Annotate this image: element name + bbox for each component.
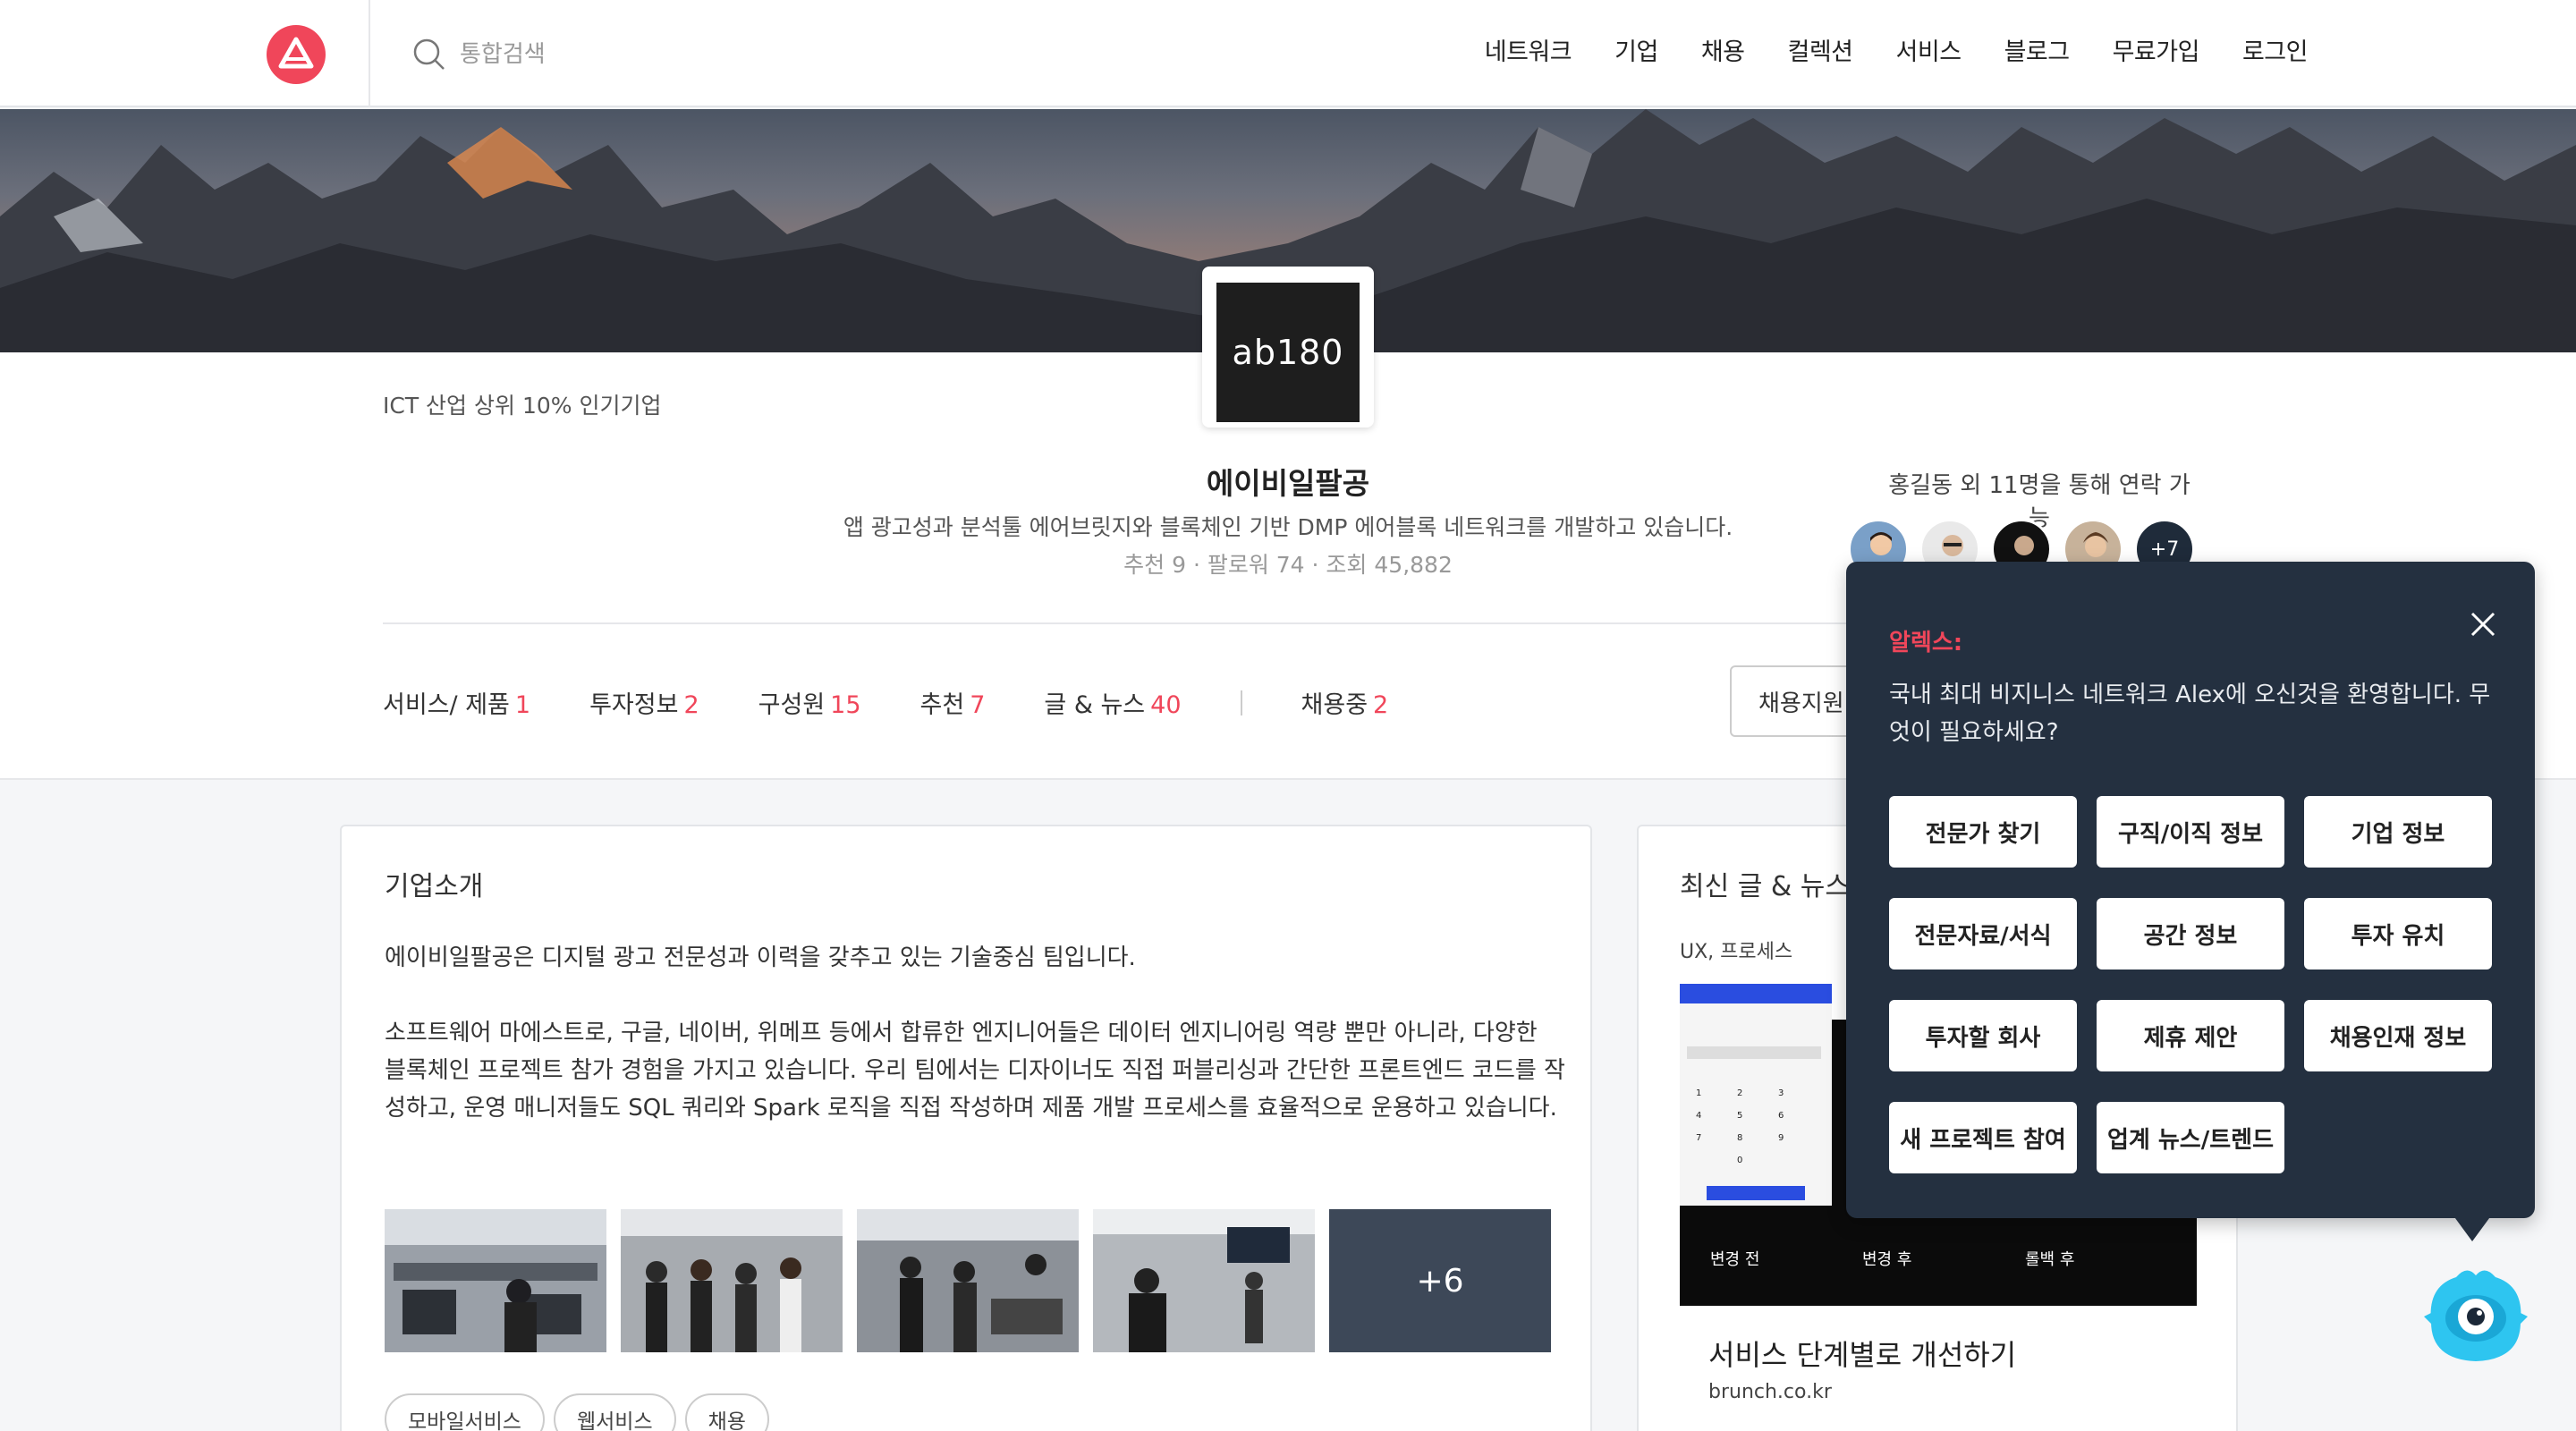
search-bar[interactable]	[410, 32, 782, 77]
option-documents[interactable]: 전문자료/서식	[1889, 898, 2077, 970]
svg-text:9: 9	[1778, 1133, 1784, 1143]
tab-count: 2	[683, 691, 699, 719]
tab-label: 추천	[919, 691, 965, 719]
tab-label: 글 & 뉴스	[1044, 691, 1146, 719]
brand-logo-icon[interactable]	[267, 25, 326, 84]
tab-label: 투자정보	[589, 691, 679, 719]
svg-text:6: 6	[1778, 1111, 1784, 1121]
svg-text:3: 3	[1778, 1088, 1784, 1098]
option-partnership[interactable]: 제휴 제안	[2097, 1000, 2284, 1071]
svg-text:7: 7	[1696, 1133, 1701, 1143]
option-find-expert[interactable]: 전문가 찾기	[1889, 796, 2077, 868]
office-photo[interactable]	[857, 1209, 1079, 1352]
tag-chip[interactable]: 채용	[684, 1393, 769, 1431]
top-navigation: 네트워크 기업 채용 컬렉션 서비스 블로그 무료가입 로그인	[0, 0, 2576, 107]
nav-divider	[369, 0, 370, 107]
chatbot-name: 알렉스:	[1889, 630, 1963, 656]
main-menu: 네트워크 기업 채용 컬렉션 서비스 블로그 무료가입 로그인	[1442, 32, 2309, 67]
tab-separator	[1240, 690, 1242, 716]
profile-divider	[383, 622, 1868, 624]
menu-network[interactable]: 네트워크	[1485, 32, 1572, 67]
menu-login[interactable]: 로그인	[2242, 32, 2309, 67]
tab-count: 15	[830, 691, 861, 719]
option-raise-investment[interactable]: 투자 유치	[2304, 898, 2492, 970]
profile-tabs: 서비스/ 제품 1 투자정보 2 구성원 15 추천 7 글 & 뉴스 40 채용중 2	[383, 685, 1447, 720]
office-photo[interactable]	[385, 1209, 606, 1352]
tab-members[interactable]: 구성원 15	[758, 685, 861, 720]
menu-blog[interactable]: 블로그	[2004, 32, 2071, 67]
menu-service[interactable]: 서비스	[1896, 32, 1962, 67]
tab-label: 채용중	[1301, 691, 1368, 719]
chatbot-popup: 알렉스: 국내 최대 비지니스 네트워크 Alex에 오신것을 환영합니다. 무…	[1846, 562, 2535, 1218]
tab-count: 2	[1373, 691, 1389, 719]
more-photos-button[interactable]: +6	[1329, 1209, 1551, 1352]
option-industry-news[interactable]: 업계 뉴스/트렌드	[2097, 1102, 2284, 1173]
news-source: brunch.co.kr	[1708, 1381, 1832, 1403]
news-category: UX, 프로세스	[1680, 941, 1793, 963]
intro-paragraph: 소프트웨어 마에스트로, 구글, 네이버, 위메프 등에서 합류한 엔지니어들은…	[385, 1020, 1565, 1122]
tab-posts-news[interactable]: 글 & 뉴스 40	[1044, 685, 1181, 720]
tab-services[interactable]: 서비스/ 제품 1	[383, 685, 530, 720]
option-talent-info[interactable]: 채용인재 정보	[2304, 1000, 2492, 1071]
tab-investment[interactable]: 투자정보 2	[589, 685, 699, 720]
photo-gallery: +6	[385, 1209, 1551, 1352]
news-title: 최신 글 & 뉴스	[1680, 871, 1851, 902]
tab-count: 7	[970, 691, 986, 719]
svg-text:2: 2	[1737, 1088, 1742, 1098]
news-headline[interactable]: 서비스 단계별로 개선하기	[1708, 1333, 2016, 1374]
menu-signup[interactable]: 무료가입	[2113, 32, 2200, 67]
company-intro-card: 기업소개 에이비일팔공은 디지털 광고 전문성과 이력을 갖추고 있는 기술중심…	[340, 825, 1592, 1431]
tag-chip[interactable]: 웹서비스	[553, 1393, 676, 1431]
tab-label: 서비스/ 제품	[383, 691, 510, 719]
option-invest-company[interactable]: 투자할 회사	[1889, 1000, 2077, 1071]
tab-count: 40	[1150, 691, 1182, 719]
tag-chip[interactable]: 모바일서비스	[385, 1393, 545, 1431]
thumb-label-after: 변경 후	[1862, 1250, 1912, 1269]
chatbot-options: 전문가 찾기 구직/이직 정보 기업 정보 전문자료/서식 공간 정보 투자 유…	[1889, 796, 2506, 1173]
chatbot-mascot-icon[interactable]	[2420, 1259, 2531, 1370]
thumb-label-before: 변경 전	[1710, 1250, 1760, 1269]
tag-list: 모바일서비스 웹서비스 채용	[385, 1393, 769, 1431]
company-logo: ab180	[1202, 267, 1374, 428]
thumb-label-rollback: 롤백 후	[2025, 1250, 2075, 1269]
svg-text:0: 0	[1737, 1156, 1742, 1165]
option-new-project[interactable]: 새 프로젝트 참여	[1889, 1102, 2077, 1173]
option-space-info[interactable]: 공간 정보	[2097, 898, 2284, 970]
svg-text:1: 1	[1696, 1088, 1701, 1098]
chatbot-message: 국내 최대 비지니스 네트워크 Alex에 오신것을 환영합니다. 무엇이 필요…	[1889, 682, 2491, 746]
company-logo-text: ab180	[1232, 333, 1344, 372]
tab-count: 1	[514, 691, 531, 719]
intro-paragraph: 에이비일팔공은 디지털 광고 전문성과 이력을 갖추고 있는 기술중심 팀입니다…	[385, 944, 1136, 971]
intro-body: 에이비일팔공은 디지털 광고 전문성과 이력을 갖추고 있는 기술중심 팀입니다…	[385, 939, 1565, 1164]
svg-text:5: 5	[1737, 1111, 1742, 1121]
option-job-info[interactable]: 구직/이직 정보	[2097, 796, 2284, 868]
office-photo[interactable]	[621, 1209, 843, 1352]
svg-text:4: 4	[1696, 1111, 1701, 1121]
search-input[interactable]	[460, 41, 782, 68]
tab-label: 구성원	[758, 691, 826, 719]
ranking-badge: ICT 산업 상위 10% 인기기업	[383, 393, 662, 419]
intro-title: 기업소개	[385, 871, 484, 902]
tab-recommend[interactable]: 추천 7	[920, 685, 986, 720]
search-icon[interactable]	[410, 35, 449, 74]
option-company-info[interactable]: 기업 정보	[2304, 796, 2492, 868]
tab-hiring[interactable]: 채용중 2	[1301, 685, 1389, 720]
menu-collection[interactable]: 컬렉션	[1788, 32, 1854, 67]
menu-jobs[interactable]: 채용	[1701, 32, 1745, 67]
menu-company[interactable]: 기업	[1614, 32, 1658, 67]
close-icon[interactable]	[2465, 606, 2501, 642]
office-photo[interactable]	[1093, 1209, 1315, 1352]
chatbot-popup-tail	[2453, 1215, 2492, 1241]
svg-text:8: 8	[1737, 1133, 1742, 1143]
